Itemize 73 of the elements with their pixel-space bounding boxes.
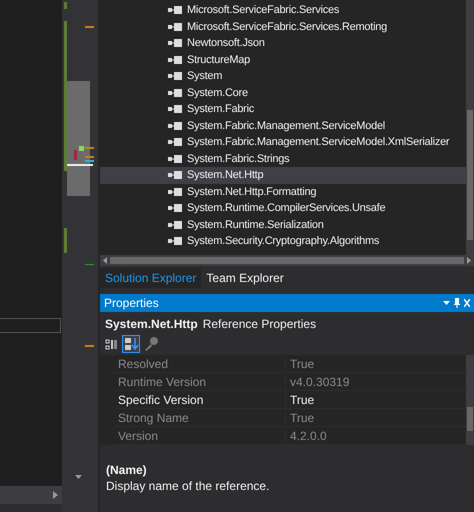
reference-icon — [168, 237, 182, 246]
object-type: Reference Properties — [202, 317, 316, 331]
property-name: Resolved — [117, 356, 170, 370]
warning-marker — [85, 26, 94, 28]
info-marker — [85, 160, 94, 162]
change-marker — [64, 2, 67, 9]
error-marker — [74, 150, 77, 160]
warning-marker — [85, 345, 94, 347]
down-arrow-icon[interactable] — [75, 475, 82, 479]
property-name: Runtime Version — [117, 374, 208, 388]
scroll-thumb[interactable] — [110, 257, 464, 264]
tree-item[interactable]: System.Fabric — [100, 101, 466, 118]
tree-item[interactable]: System.Net.Http — [100, 167, 466, 184]
categorized-icon[interactable] — [105, 337, 119, 351]
reference-icon — [168, 39, 182, 48]
reference-icon — [168, 138, 182, 146]
tree-item[interactable]: System.Runtime.CompilerServices.Unsafe — [100, 200, 466, 216]
horizontal-scrollbar[interactable] — [0, 486, 62, 504]
property-name: Specific Version — [117, 392, 204, 406]
caret-line — [67, 164, 93, 166]
vertical-scrollbar[interactable] — [466, 355, 474, 445]
bookmark-marker — [79, 146, 84, 151]
reference-icon — [168, 220, 182, 229]
panel-title: Properties — [104, 296, 160, 310]
input-field[interactable] — [0, 318, 61, 333]
tree-item[interactable]: Newtonsoft.Json — [100, 35, 466, 52]
key-icon[interactable] — [143, 336, 159, 352]
reference-icon — [168, 6, 182, 14]
property-name: Strong Name — [117, 410, 190, 424]
minimap-scrollbar[interactable] — [62, 0, 100, 512]
description-text: Display name of the reference. — [106, 479, 270, 493]
warning-marker — [85, 147, 94, 149]
horizontal-scrollbar[interactable] — [100, 255, 474, 266]
scroll-thumb[interactable] — [67, 81, 90, 196]
description-title: (Name) — [106, 463, 148, 477]
panel-tab[interactable]: Solution Explorer — [100, 268, 202, 288]
tree-item[interactable]: System.Fabric.Management.ServiceModel.XmlSerializer — [100, 134, 466, 150]
tree-item[interactable]: System.Net.Http.Formatting — [100, 184, 466, 200]
left-arrow-icon[interactable] — [103, 257, 107, 264]
tree-item[interactable]: Microsoft.ServiceFabric.Services — [100, 2, 466, 18]
pin-icon[interactable] — [454, 298, 460, 308]
change-marker — [64, 228, 67, 253]
change-marker — [85, 264, 94, 265]
warning-marker — [85, 156, 94, 158]
tree-item[interactable]: Microsoft.ServiceFabric.Services.Remoting — [100, 18, 466, 35]
reference-icon — [168, 22, 182, 31]
right-arrow-icon[interactable] — [53, 491, 58, 499]
vertical-scrollbar[interactable] — [466, 0, 474, 255]
property-name: Version — [117, 428, 160, 442]
reference-icon — [168, 122, 182, 130]
tree-item[interactable]: System.Fabric.Strings — [100, 150, 466, 167]
tree-item[interactable]: System.Security.Cryptography.Algorithms — [100, 233, 466, 250]
reference-icon — [168, 56, 182, 64]
dropdown-icon[interactable] — [443, 301, 450, 305]
tree-item[interactable]: StructureMap — [100, 52, 466, 68]
alphabetical-icon[interactable] — [122, 335, 140, 353]
tree-item[interactable]: System.Runtime.Serialization — [100, 216, 466, 233]
reference-icon — [168, 204, 182, 212]
scroll-thumb[interactable] — [467, 407, 473, 431]
panel-tab[interactable]: Team Explorer — [201, 268, 289, 288]
reference-icon — [168, 188, 182, 196]
reference-icon — [168, 105, 182, 114]
tree-item[interactable]: System.Fabric.Management.ServiceModel — [100, 118, 466, 134]
right-arrow-icon[interactable] — [467, 257, 471, 264]
reference-icon — [168, 72, 182, 80]
reference-icon — [168, 171, 182, 180]
tree-item[interactable]: System.Core — [100, 84, 466, 101]
object-name: System.Net.Http — [105, 317, 198, 331]
reference-icon — [168, 88, 182, 97]
close-icon[interactable] — [464, 299, 470, 307]
scroll-thumb[interactable] — [467, 110, 473, 240]
tree-item[interactable]: System — [100, 68, 466, 84]
reference-icon — [168, 154, 182, 163]
